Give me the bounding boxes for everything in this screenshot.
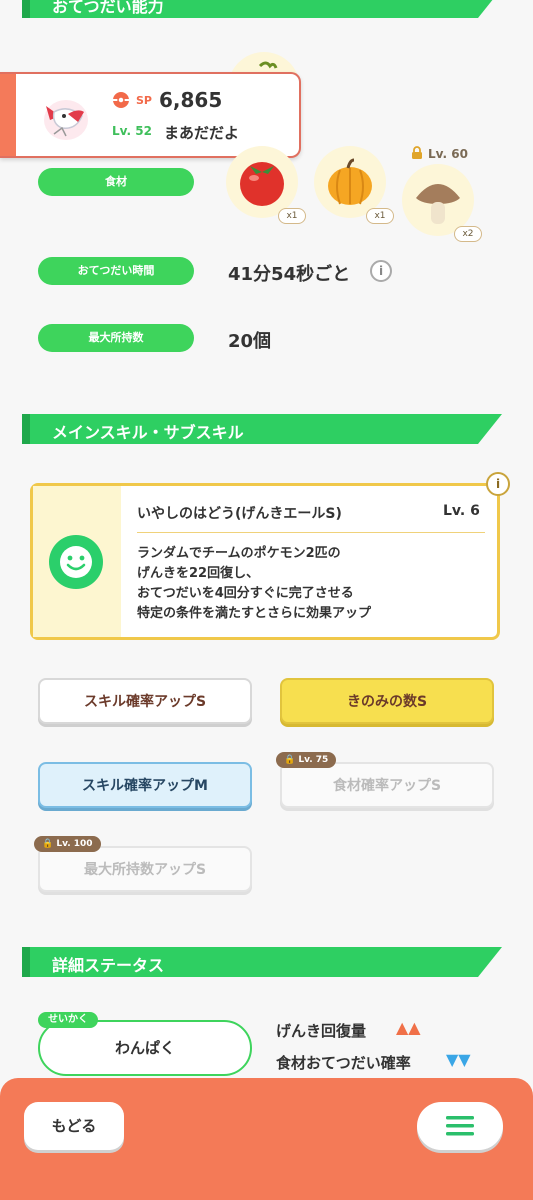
ingredient-lock-level: Lv. 60 (428, 147, 468, 161)
sub-skill-1[interactable]: スキル確率アップS (38, 678, 252, 724)
pokemon-sprite (44, 100, 88, 140)
nature-effect-label: げんき回復量 (276, 1022, 367, 1040)
smile-icon (49, 535, 103, 589)
main-skill-description: ランダムでチームのポケモン2匹の げんきを22回復し、 おてつだいを4回分すぐに… (137, 544, 371, 624)
nature-tag: せいかく (38, 1012, 98, 1028)
section-header-helping: おてつだい能力 (22, 0, 502, 18)
nature-up-marks: ▲▲ (396, 1018, 421, 1037)
sub-skill-5[interactable]: 最大所持数アップS (38, 846, 252, 892)
description-line: 特定の条件を満たすとさらに効果アップ (137, 606, 372, 621)
pokemon-nickname: まあだだよ (164, 124, 240, 142)
ingredient-qty: x2 (454, 226, 482, 242)
help-time-label: おてつだい時間 (38, 257, 194, 285)
description-line: おてつだいを4回分すぐに完了させる (137, 586, 354, 601)
ingredient-mushroom[interactable]: x2 (402, 164, 482, 242)
back-button[interactable]: もどる (24, 1102, 124, 1150)
skill-info-icon[interactable]: i (486, 472, 510, 496)
sp-value: 6,865 (159, 88, 223, 112)
nature-down-marks: ▼▼ (446, 1050, 471, 1069)
ingredients-label: 食材 (38, 168, 194, 196)
sub-skill-2[interactable]: きのみの数S (280, 678, 494, 724)
lock-icon: 🔒 (284, 755, 296, 765)
main-skill-name: いやしのはどう(げんきエールS) (137, 506, 342, 522)
main-skill-card[interactable]: いやしのはどう(げんきエールS) Lv. 6 ランダムでチームのポケモン2匹の … (30, 483, 500, 640)
sp-ball-icon (113, 92, 129, 108)
menu-button[interactable] (417, 1102, 503, 1150)
divider (137, 532, 485, 533)
max-carry-value: 20個 (228, 331, 272, 352)
skill-icon-panel (33, 486, 121, 637)
sp-label: SP (136, 94, 152, 107)
nature-effect-label: 食材おてつだい確率 (276, 1054, 411, 1072)
section-title: おてつだい能力 (52, 0, 164, 16)
menu-icon (446, 1116, 474, 1136)
main-skill-level: Lv. 6 (443, 503, 480, 519)
ingredient-tomato[interactable]: x1 (226, 146, 306, 224)
sub-skill-4[interactable]: 食材確率アップS (280, 762, 494, 808)
description-line: ランダムでチームのポケモン2匹の (137, 546, 341, 561)
ingredient-qty: x1 (278, 208, 306, 224)
section-title: 詳細ステータス (52, 956, 165, 975)
card-stripe (0, 74, 16, 156)
lock-level-tag: 🔒 Lv. 100 (34, 836, 101, 852)
info-icon[interactable]: i (370, 260, 392, 282)
max-carry-label: 最大所持数 (38, 324, 194, 352)
lock-icon (412, 146, 422, 159)
section-header-skills: メインスキル・サブスキル (22, 414, 502, 444)
description-line: げんきを22回復し、 (137, 566, 260, 581)
lock-level-tag: 🔒 Lv. 75 (276, 752, 337, 768)
lock-level: Lv. 100 (56, 839, 93, 849)
lock-icon: 🔒 (42, 839, 54, 849)
section-title: メインスキル・サブスキル (52, 423, 244, 442)
nature-box[interactable]: わんぱく (38, 1020, 252, 1076)
pokemon-level: Lv. 52 (112, 124, 152, 138)
ingredient-pumpkin[interactable]: x1 (314, 146, 394, 224)
lock-level: Lv. 75 (298, 755, 329, 765)
help-time-value: 41分54秒ごと (228, 264, 351, 285)
ingredient-qty: x1 (366, 208, 394, 224)
section-header-status: 詳細ステータス (22, 947, 502, 977)
sub-skill-3[interactable]: スキル確率アップM (38, 762, 252, 808)
